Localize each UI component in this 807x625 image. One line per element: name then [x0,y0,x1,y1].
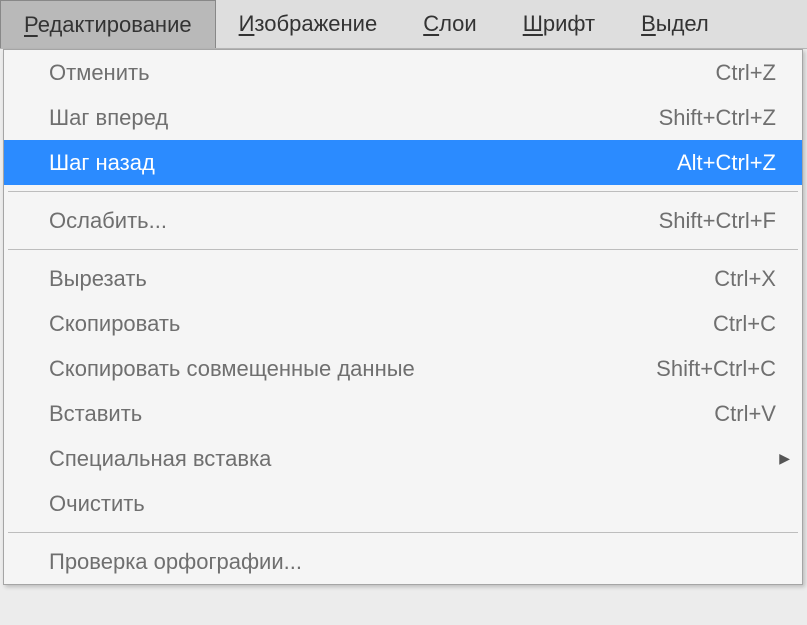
menu-item-label: Шаг назад [49,150,155,176]
menu-item-label: Специальная вставка [49,446,271,472]
menu-item-label: Вырезать [49,266,147,292]
menubar-item-2[interactable]: Слои [400,0,500,48]
menu-item-0-0[interactable]: Отменить Ctrl+Z [4,50,802,95]
menubar-item-1[interactable]: Изображение [216,0,401,48]
menu-item-shortcut: Shift+Ctrl+Z [659,105,776,131]
menu-item-label: Отменить [49,60,150,86]
menu-item-label: Скопировать [49,311,180,337]
menubar-item-label: Редактирование [24,12,192,38]
menu-separator [8,249,798,250]
menu-item-2-0[interactable]: Вырезать Ctrl+X [4,256,802,301]
menu-item-1-0[interactable]: Ослабить... Shift+Ctrl+F [4,198,802,243]
menu-item-shortcut: Shift+Ctrl+C [656,356,776,382]
submenu-arrow-icon: ▶ [779,450,790,467]
menu-item-label: Шаг вперед [49,105,168,131]
menu-item-shortcut: Ctrl+C [713,311,776,337]
menu-item-label: Вставить [49,401,142,427]
menu-separator [8,191,798,192]
menu-item-2-1[interactable]: Скопировать Ctrl+C [4,301,802,346]
menu-item-3-0[interactable]: Проверка орфографии... [4,539,802,584]
menu-item-0-2[interactable]: Шаг назад Alt+Ctrl+Z [4,140,802,185]
menubar: Редактирование Изображение Слои Шрифт Выдел [0,0,807,49]
menubar-item-label: Изображение [239,11,378,37]
menu-item-2-3[interactable]: Вставить Ctrl+V [4,391,802,436]
menu-item-label: Проверка орфографии... [49,549,302,575]
menu-item-0-1[interactable]: Шаг вперед Shift+Ctrl+Z [4,95,802,140]
menu-item-shortcut: Shift+Ctrl+F [659,208,776,234]
menubar-item-label: Слои [423,11,477,37]
menu-item-2-5[interactable]: Очистить [4,481,802,526]
menu-item-2-2[interactable]: Скопировать совмещенные данные Shift+Ctrl… [4,346,802,391]
edit-dropdown-menu: ОтменитьCtrl+ZШаг впередShift+Ctrl+ZШаг … [3,49,803,585]
menu-item-shortcut: Ctrl+Z [716,60,777,86]
menu-item-label: Очистить [49,491,145,517]
menu-item-2-4[interactable]: Специальная вставка ▶ [4,436,802,481]
menubar-item-label: Выдел [641,11,709,37]
menu-item-shortcut: Ctrl+V [714,401,776,427]
menubar-item-label: Шрифт [523,11,595,37]
menubar-item-0[interactable]: Редактирование [0,0,216,48]
menubar-item-4[interactable]: Выдел [618,0,732,48]
menu-separator [8,532,798,533]
menu-item-label: Скопировать совмещенные данные [49,356,415,382]
menu-item-label: Ослабить... [49,208,167,234]
menubar-item-3[interactable]: Шрифт [500,0,618,48]
menu-item-shortcut: Ctrl+X [714,266,776,292]
menu-item-shortcut: Alt+Ctrl+Z [677,150,776,176]
